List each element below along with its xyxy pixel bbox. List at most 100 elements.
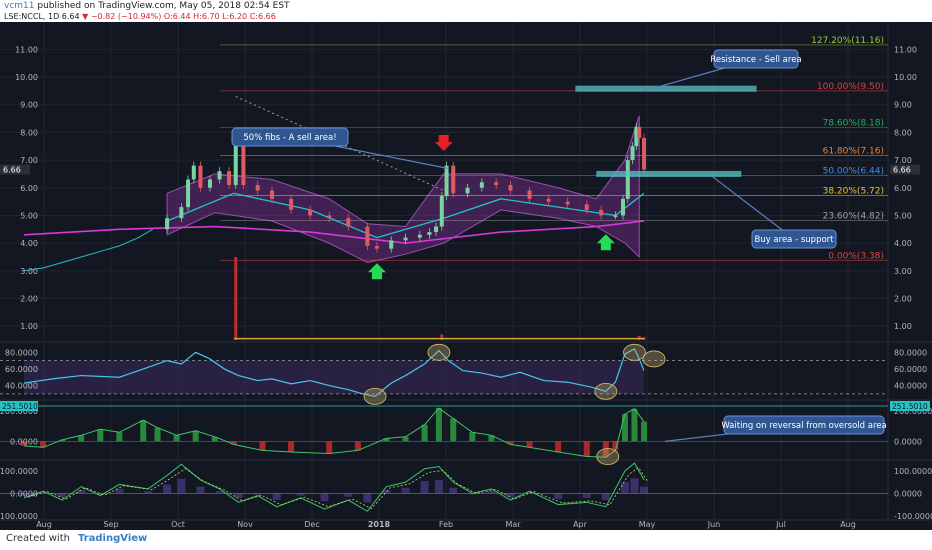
oscillator-bar — [144, 491, 152, 494]
candle-body — [479, 182, 484, 188]
right-price-tick: 1.00 — [894, 322, 912, 331]
candle-body — [241, 143, 246, 185]
candle-body — [625, 160, 630, 199]
momentum-bar — [631, 408, 638, 442]
time-tick-label: 2018 — [368, 520, 391, 529]
momentum-bar — [154, 427, 161, 442]
oscillator-tick-right: 100.0000 — [894, 467, 932, 476]
left-price-tick: 10.00 — [15, 73, 38, 82]
candle-body — [403, 237, 408, 241]
momentum-bar — [116, 432, 123, 442]
oscillator-bar — [177, 478, 186, 494]
support-callout-text: Buy area - support — [754, 235, 834, 245]
oscillator-tick-left: -100.0000 — [0, 512, 38, 521]
author-link[interactable]: vcm11 — [4, 1, 35, 11]
candle-body — [227, 171, 232, 185]
momentum-top-label-right: 251.5010 — [892, 402, 928, 411]
fib-level-label: 78.60%(8.18) — [823, 118, 884, 128]
rsi-tick-left: 80.0000 — [5, 348, 38, 357]
candle-body — [389, 240, 394, 249]
candle-body — [508, 185, 513, 191]
oscillator-bar — [620, 482, 629, 494]
oscillator-bar — [163, 484, 172, 494]
fib-level-label: 127.20%(11.16) — [811, 36, 884, 46]
created-with-text: Created with — [6, 533, 70, 544]
left-price-tick: 5.00 — [20, 211, 38, 220]
ohlc-values: O:6.44 H:6.70 L:6.20 C:6.66 — [163, 12, 276, 21]
oscillator-tick-left: 0.0000 — [10, 489, 38, 498]
fib-level-label: 100.00%(9.50) — [817, 82, 884, 92]
highlight-circle — [623, 343, 646, 361]
symbol-line: LSE:NCCL, 1D 6.64 ▼ −0.82 (−10.94%) O:6.… — [4, 12, 276, 21]
oscillator-bar — [601, 493, 610, 501]
momentum-bar — [621, 414, 628, 442]
fib-level-label: 38.20%(5.72) — [823, 187, 884, 197]
last-price: 6.64 — [61, 12, 80, 21]
fib-level-label: 0.00%(3.38) — [828, 251, 884, 261]
support-zone — [596, 170, 742, 177]
candle-body — [233, 143, 238, 185]
chart-canvas[interactable]: 1.00 1.00 2.00 2.00 3.00 3.00 4.00 4.00 5.00 5.00… — [0, 22, 932, 530]
time-tick-label: Jun — [707, 520, 721, 529]
oscillator-bar — [363, 493, 372, 503]
left-price-tick: 3.00 — [20, 267, 38, 276]
fib-level-label: 61.80%(7.16) — [823, 147, 884, 157]
momentum-bar — [259, 441, 266, 451]
momentum-bar — [641, 421, 647, 442]
highlight-circle — [427, 343, 451, 361]
time-tick-label: Feb — [439, 520, 453, 529]
momentum-bar — [326, 441, 333, 454]
candle-body — [465, 187, 470, 194]
time-tick-label: Aug — [36, 520, 52, 529]
chart-header: vcm11 published on TradingView.com, May … — [0, 0, 932, 22]
oscillator-bar — [234, 493, 243, 498]
time-tick-label: Nov — [237, 520, 253, 529]
publish-line: vcm11 published on TradingView.com, May … — [4, 1, 290, 11]
momentum-bar — [450, 418, 457, 442]
momentum-bar — [421, 424, 428, 442]
candle-body — [427, 232, 432, 235]
oscillator-bar — [296, 493, 305, 496]
candle-body — [621, 198, 626, 216]
momentum-bar — [402, 436, 409, 442]
candle-body — [255, 185, 260, 191]
momentum-bar — [555, 441, 562, 452]
symbol-text: LSE:NCCL, 1D — [4, 12, 60, 21]
candle-body — [186, 179, 191, 208]
highlight-circle — [642, 350, 666, 368]
momentum-bar — [173, 435, 180, 442]
candle-body — [546, 198, 551, 202]
rsi-tick-left: 40.0000 — [5, 382, 38, 391]
right-price-tick: 6.00 — [894, 184, 912, 193]
oscillator-bar — [253, 493, 262, 495]
tradingview-logo-link[interactable]: TradingView — [78, 533, 147, 544]
candle-body — [444, 165, 449, 197]
left-price-tick: 1.00 — [20, 322, 38, 331]
candle-body — [451, 165, 456, 194]
left-price-tick: 2.00 — [20, 294, 38, 303]
candle-body — [439, 196, 444, 227]
left-price-tick: 11.00 — [15, 45, 38, 54]
oscillator-tick-left: 100.0000 — [0, 467, 38, 476]
oscillator-tick-right: -100.0000 — [894, 512, 932, 521]
rsi-tick-right: 40.0000 — [894, 382, 927, 391]
candle-body — [191, 165, 196, 180]
chart-background — [0, 22, 932, 530]
candle-body — [270, 190, 274, 199]
right-price-tick: 4.00 — [894, 239, 912, 248]
candle-body — [346, 218, 351, 227]
last-price-label-right: 6.66 — [893, 166, 911, 175]
left-price-tick: 6.00 — [20, 184, 38, 193]
momentum-tick-left: 0.0000 — [10, 437, 38, 446]
left-price-tick: 7.00 — [20, 156, 38, 165]
rsi-tick-left: 60.0000 — [5, 365, 38, 374]
down-arrow-icon: ▼ — [82, 12, 89, 21]
oscillator-bar — [420, 481, 429, 494]
oversold-callout-text: Waiting on reversal from oversold area — [721, 421, 886, 431]
left-price-tick: 8.00 — [20, 128, 38, 137]
candle-body — [365, 226, 370, 246]
candle-body — [642, 137, 646, 170]
momentum-bar — [469, 432, 476, 442]
candle-body — [434, 226, 439, 233]
candle-body — [179, 207, 184, 219]
